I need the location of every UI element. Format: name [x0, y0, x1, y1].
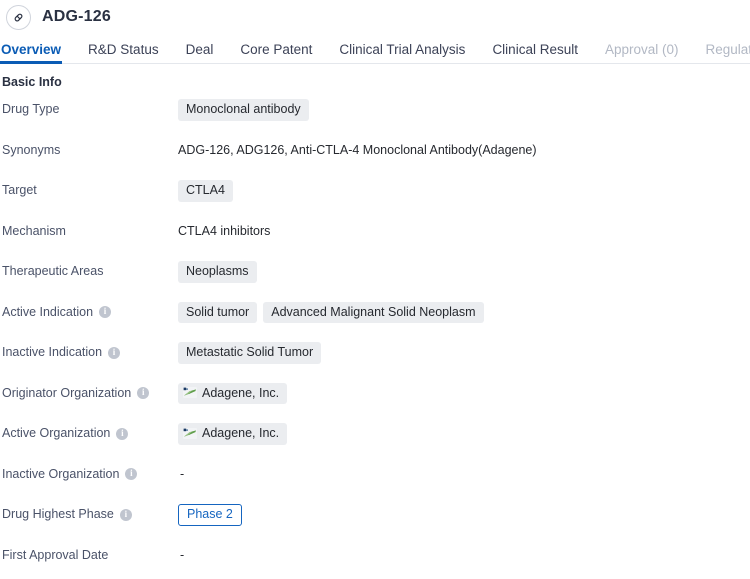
row-value: Neoplasms — [178, 260, 750, 283]
chip[interactable]: Monoclonal antibody — [178, 99, 309, 121]
section-title-basic-info: Basic Info — [0, 64, 750, 89]
page-title: ADG-126 — [42, 9, 111, 25]
info-circle-icon[interactable]: i — [108, 347, 120, 359]
row-label-text: Active Indication — [2, 305, 93, 320]
chip[interactable]: Advanced Malignant Solid Neoplasm — [263, 302, 483, 324]
info-row-drug-type: Drug Type Monoclonal antibody — [0, 93, 750, 134]
info-row-inactive-organization: Inactive Organization i - — [0, 458, 750, 499]
row-label-text: Active Organization — [2, 426, 110, 441]
row-label: Drug Type — [0, 98, 178, 117]
empty-value: - — [178, 467, 184, 481]
info-circle-icon[interactable]: i — [120, 509, 132, 521]
tab-regulation: Regulation (0) — [706, 43, 750, 64]
info-row-inactive-indication: Inactive Indication i Metastatic Solid T… — [0, 336, 750, 377]
row-label: Synonyms — [0, 139, 178, 158]
chip[interactable]: Solid tumor — [178, 302, 257, 324]
row-label-text: First Approval Date — [2, 548, 108, 563]
tab-core-patent[interactable]: Core Patent — [240, 43, 312, 64]
info-circle-icon[interactable]: i — [137, 387, 149, 399]
mechanism-text: CTLA4 inhibitors — [178, 224, 270, 239]
row-label: Active Organization i — [0, 422, 178, 441]
chip[interactable]: Adagene, Inc. — [178, 423, 287, 445]
chip-label: Adagene, Inc. — [202, 387, 279, 400]
row-label-text: Inactive Indication — [2, 345, 102, 360]
row-value: Monoclonal antibody — [178, 98, 750, 121]
row-value: Solid tumor Advanced Malignant Solid Neo… — [178, 301, 750, 324]
tab-clinical-result[interactable]: Clinical Result — [492, 43, 578, 64]
tab-overview[interactable]: Overview — [1, 43, 61, 64]
empty-value: - — [178, 548, 184, 562]
info-row-first-approval-date: First Approval Date - — [0, 539, 750, 579]
row-label-text: Mechanism — [2, 224, 66, 239]
row-value: - — [178, 544, 750, 566]
chip[interactable]: Metastatic Solid Tumor — [178, 342, 321, 364]
row-value: Adagene, Inc. — [178, 382, 750, 405]
row-label: Inactive Organization i — [0, 463, 178, 482]
adagene-logo-icon — [183, 387, 197, 398]
row-value: Phase 2 — [178, 503, 750, 526]
tab-deal[interactable]: Deal — [186, 43, 214, 64]
info-row-synonyms: Synonyms ADG-126, ADG126, Anti-CTLA-4 Mo… — [0, 134, 750, 175]
row-label-text: Originator Organization — [2, 386, 131, 401]
row-value: Metastatic Solid Tumor — [178, 341, 750, 364]
row-label: Active Indication i — [0, 301, 178, 320]
row-label: Target — [0, 179, 178, 198]
synonyms-text: ADG-126, ADG126, Anti-CTLA-4 Monoclonal … — [178, 143, 537, 158]
info-circle-icon[interactable]: i — [116, 428, 128, 440]
status-badge-phase[interactable]: Phase 2 — [178, 504, 242, 526]
row-label: Drug Highest Phase i — [0, 503, 178, 522]
info-row-active-organization: Active Organization i Adagene, Inc. — [0, 417, 750, 458]
tab-approval: Approval (0) — [605, 43, 679, 64]
row-label-text: Target — [2, 183, 37, 198]
row-value: Adagene, Inc. — [178, 422, 750, 445]
page-header: ADG-126 — [0, 0, 750, 34]
info-row-target: Target CTLA4 — [0, 174, 750, 215]
row-value: CTLA4 — [178, 179, 750, 202]
info-row-active-indication: Active Indication i Solid tumor Advanced… — [0, 296, 750, 337]
row-label: First Approval Date — [0, 544, 178, 563]
chip[interactable]: Adagene, Inc. — [178, 383, 287, 405]
row-label-text: Therapeutic Areas — [2, 264, 103, 279]
info-row-mechanism: Mechanism CTLA4 inhibitors — [0, 215, 750, 256]
row-value: - — [178, 463, 750, 485]
pill-capsule-icon — [6, 5, 31, 30]
row-label-text: Inactive Organization — [2, 467, 119, 482]
chip-label: Adagene, Inc. — [202, 427, 279, 440]
row-label-text: Synonyms — [2, 143, 60, 158]
row-value: CTLA4 inhibitors — [178, 220, 750, 242]
row-label: Inactive Indication i — [0, 341, 178, 360]
tab-clinical-trial-analysis[interactable]: Clinical Trial Analysis — [339, 43, 465, 64]
tab-rd-status[interactable]: R&D Status — [88, 43, 159, 64]
info-row-originator-organization: Originator Organization i Adagene, Inc. — [0, 377, 750, 418]
row-label-text: Drug Highest Phase — [2, 507, 114, 522]
tab-bar: Overview R&D Status Deal Core Patent Cli… — [0, 34, 750, 64]
adagene-logo-icon — [183, 428, 197, 439]
info-circle-icon[interactable]: i — [99, 306, 111, 318]
row-label: Originator Organization i — [0, 382, 178, 401]
chip[interactable]: Neoplasms — [178, 261, 257, 283]
chip[interactable]: CTLA4 — [178, 180, 233, 202]
info-circle-icon[interactable]: i — [125, 468, 137, 480]
info-row-drug-highest-phase: Drug Highest Phase i Phase 2 — [0, 498, 750, 539]
row-label-text: Drug Type — [2, 102, 59, 117]
info-row-therapeutic-areas: Therapeutic Areas Neoplasms — [0, 255, 750, 296]
row-value: ADG-126, ADG126, Anti-CTLA-4 Monoclonal … — [178, 139, 750, 161]
basic-info-rows: Drug Type Monoclonal antibody Synonyms A… — [0, 89, 750, 579]
row-label: Therapeutic Areas — [0, 260, 178, 279]
row-label: Mechanism — [0, 220, 178, 239]
